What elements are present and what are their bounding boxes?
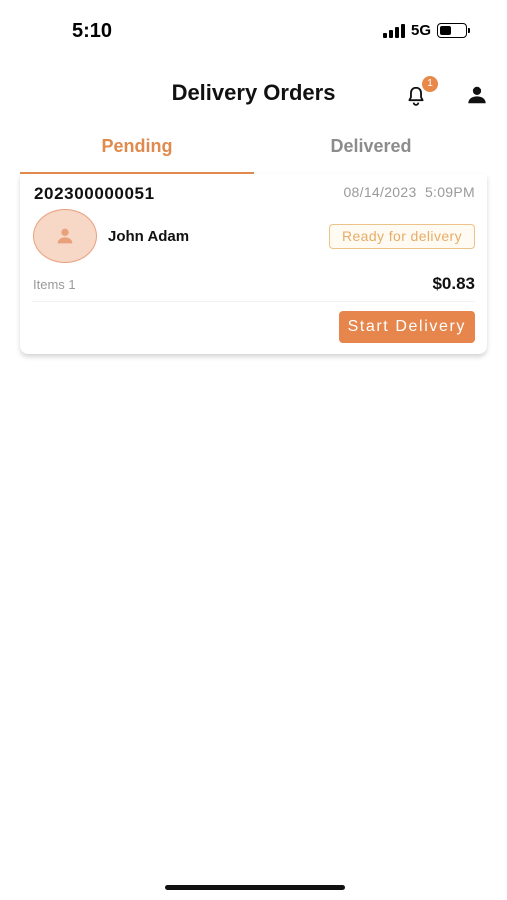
network-type: 5G — [410, 22, 431, 39]
order-time: 5:09PM — [424, 184, 475, 200]
order-tabs: Pending Delivered — [20, 128, 487, 174]
order-datetime: 08/14/2023 5:09PM — [343, 184, 475, 200]
order-card[interactable]: 202300000051 08/14/2023 5:09PM John Adam… — [20, 174, 487, 354]
profile-button[interactable] — [464, 82, 490, 108]
signal-icon — [382, 23, 405, 38]
home-indicator — [165, 885, 345, 890]
order-id: 202300000051 — [34, 184, 155, 203]
start-delivery-button[interactable]: Start Delivery — [338, 311, 475, 343]
customer-name: John Adam — [108, 228, 190, 245]
status-badge: Ready for delivery — [328, 224, 475, 249]
status-time: 5:10 — [72, 20, 113, 42]
avatar — [33, 209, 97, 263]
tab-delivered[interactable]: Delivered — [254, 128, 488, 174]
order-total: $0.83 — [432, 274, 475, 293]
notification-count-badge: 1 — [422, 76, 438, 92]
items-count: Items 1 — [33, 277, 76, 292]
person-icon — [57, 228, 73, 244]
tab-pending[interactable]: Pending — [20, 128, 254, 174]
status-indicators: 5G — [382, 22, 470, 39]
status-bar: 5:10 5G — [0, 0, 507, 60]
notifications-button[interactable]: 1 — [402, 76, 438, 110]
divider — [32, 301, 475, 302]
battery-icon — [437, 23, 470, 38]
user-icon — [468, 86, 486, 104]
app-header: Delivery Orders 1 — [0, 70, 507, 116]
order-date: 08/14/2023 — [343, 184, 417, 200]
